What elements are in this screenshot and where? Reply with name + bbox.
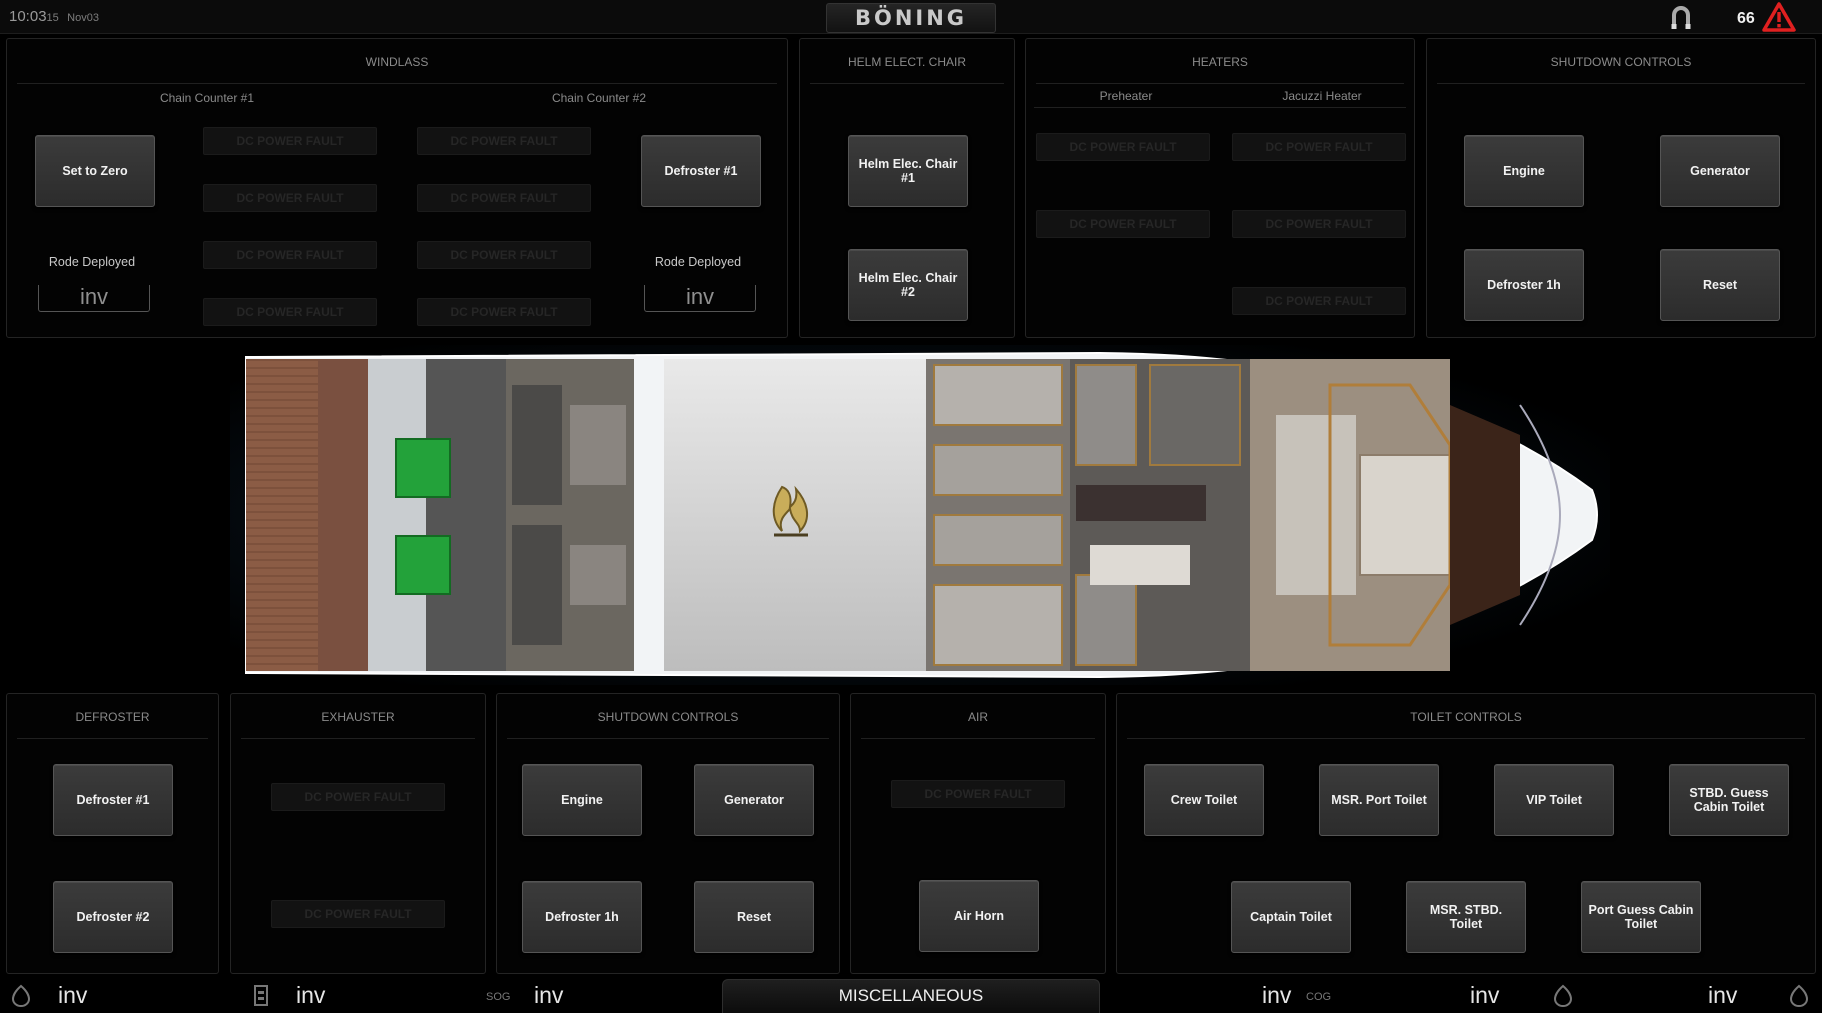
engine-shutdown-button[interactable]: Engine	[1464, 135, 1584, 207]
chain-counter-1-label: Chain Counter #1	[159, 91, 255, 105]
clock-date: Nov03	[67, 12, 99, 24]
heaters-title: HEATERS	[1036, 39, 1404, 84]
dc-power-fault-indicator: DC POWER FAULT	[1232, 287, 1406, 315]
windlass-panel: WINDLASS Chain Counter #1 Chain Counter …	[6, 38, 788, 338]
rode-deployed-1-value: inv	[38, 285, 150, 312]
reset-button[interactable]: Reset	[694, 881, 814, 953]
green-unit-icon[interactable]	[395, 438, 451, 498]
air-horn-button[interactable]: Air Horn	[919, 880, 1039, 952]
status-value-2: inv	[296, 982, 326, 1008]
engine-shutdown-button[interactable]: Engine	[522, 764, 642, 836]
heaters-panel: HEATERS Preheater Jacuzzi Heater DC POWE…	[1025, 38, 1415, 338]
reset-button[interactable]: Reset	[1660, 249, 1780, 321]
vip-toilet-button[interactable]: VIP Toilet	[1494, 764, 1614, 836]
defroster-1h-button[interactable]: Defroster 1h	[522, 881, 642, 953]
toilet-controls-title: TOILET CONTROLS	[1127, 694, 1805, 739]
status-value-6: inv	[1708, 982, 1738, 1008]
helm-chair-title: HELM ELECT. CHAIR	[810, 39, 1004, 84]
dc-power-fault-indicator: DC POWER FAULT	[1232, 210, 1406, 238]
miscellaneous-tab[interactable]: MISCELLANEOUS	[722, 979, 1100, 1013]
windlass-defroster-1-button[interactable]: Defroster #1	[641, 135, 761, 207]
port-guest-cabin-toilet-button[interactable]: Port Guess Cabin Toilet	[1581, 881, 1701, 953]
magnet-icon[interactable]	[1666, 2, 1696, 32]
dc-power-fault-indicator: DC POWER FAULT	[417, 241, 591, 269]
defroster-1-button[interactable]: Defroster #1	[53, 764, 173, 836]
cog-label: COG	[1306, 991, 1332, 1003]
shutdown-controls-top-title: SHUTDOWN CONTROLS	[1437, 39, 1805, 84]
set-to-zero-button[interactable]: Set to Zero	[35, 135, 155, 207]
windlass-title: WINDLASS	[17, 39, 777, 84]
dc-power-fault-indicator: DC POWER FAULT	[271, 783, 445, 811]
dc-power-fault-indicator: DC POWER FAULT	[203, 184, 377, 212]
clock-seconds: 15	[46, 12, 59, 24]
dc-power-fault-indicator: DC POWER FAULT	[203, 241, 377, 269]
sog-value: inv	[534, 982, 564, 1008]
yacht-plan-drawing	[230, 345, 1610, 685]
brand-logo[interactable]: BÖNING	[826, 3, 996, 33]
dc-power-fault-indicator: DC POWER FAULT	[891, 780, 1065, 808]
tank-icon	[1789, 984, 1809, 1007]
air-title: AIR	[861, 694, 1095, 739]
helm-chair-panel: HELM ELECT. CHAIR Helm Elec. Chair #1 He…	[799, 38, 1015, 338]
defroster-panel: DEFROSTER Defroster #1 Defroster #2	[6, 693, 219, 974]
shutdown-controls-top-panel: SHUTDOWN CONTROLS Engine Generator Defro…	[1426, 38, 1816, 338]
air-panel: AIR DC POWER FAULT Air Horn	[850, 693, 1106, 974]
top-bar: 10:0315 Nov03 BÖNING 66	[0, 0, 1822, 34]
chain-counter-2-label: Chain Counter #2	[551, 91, 647, 105]
warning-triangle-icon[interactable]	[1762, 2, 1796, 32]
green-unit-icon[interactable]	[395, 535, 451, 595]
heaters-divider	[1034, 107, 1406, 108]
stbd-guest-cabin-toilet-button[interactable]: STBD. Guess Cabin Toilet	[1669, 764, 1789, 836]
dc-power-fault-indicator: DC POWER FAULT	[417, 298, 591, 326]
status-value-5: inv	[1470, 982, 1500, 1008]
rode-deployed-1-label: Rode Deployed	[48, 255, 136, 269]
captain-toilet-button[interactable]: Captain Toilet	[1231, 881, 1351, 953]
defroster-title: DEFROSTER	[17, 694, 208, 739]
generator-shutdown-button[interactable]: Generator	[694, 764, 814, 836]
alarm-count[interactable]: 66	[1737, 10, 1755, 28]
preheater-label: Preheater	[1099, 89, 1153, 103]
defroster-2-button[interactable]: Defroster #2	[53, 881, 173, 953]
dc-power-fault-indicator: DC POWER FAULT	[1036, 210, 1210, 238]
clock: 10:0315 Nov03	[9, 8, 99, 25]
defroster-1h-button[interactable]: Defroster 1h	[1464, 249, 1584, 321]
dc-power-fault-indicator: DC POWER FAULT	[203, 127, 377, 155]
tank-icon	[1553, 984, 1573, 1007]
bottom-status-bar: inv inv SOG inv MISCELLANEOUS inv COG in…	[0, 975, 1822, 1013]
toilet-controls-panel: TOILET CONTROLS Crew Toilet MSR. Port To…	[1116, 693, 1816, 974]
clock-time: 10:03	[9, 8, 47, 25]
dc-power-fault-indicator: DC POWER FAULT	[1232, 133, 1406, 161]
generator-shutdown-button[interactable]: Generator	[1660, 135, 1780, 207]
shutdown-controls-bottom-panel: SHUTDOWN CONTROLS Engine Generator Defro…	[496, 693, 840, 974]
shutdown-controls-bottom-title: SHUTDOWN CONTROLS	[507, 694, 829, 739]
sog-label: SOG	[486, 991, 511, 1003]
yacht-deck-plan[interactable]	[230, 345, 1610, 685]
crew-toilet-button[interactable]: Crew Toilet	[1144, 764, 1264, 836]
dc-power-fault-indicator: DC POWER FAULT	[203, 298, 377, 326]
dc-power-fault-indicator: DC POWER FAULT	[417, 184, 591, 212]
rode-deployed-2-value: inv	[644, 285, 756, 312]
dc-power-fault-indicator: DC POWER FAULT	[417, 127, 591, 155]
cog-value: inv	[1262, 982, 1292, 1008]
helm-chair-2-button[interactable]: Helm Elec. Chair #2	[848, 249, 968, 321]
msr-stbd-toilet-button[interactable]: MSR. STBD. Toilet	[1406, 881, 1526, 953]
dc-power-fault-indicator: DC POWER FAULT	[271, 900, 445, 928]
tank-icon	[11, 984, 31, 1007]
dc-power-fault-indicator: DC POWER FAULT	[1036, 133, 1210, 161]
helm-chair-1-button[interactable]: Helm Elec. Chair #1	[848, 135, 968, 207]
jacuzzi-heater-label: Jacuzzi Heater	[1282, 89, 1362, 103]
msr-port-toilet-button[interactable]: MSR. Port Toilet	[1319, 764, 1439, 836]
battery-icon	[254, 985, 268, 1006]
rode-deployed-2-label: Rode Deployed	[654, 255, 742, 269]
exhauster-title: EXHAUSTER	[241, 694, 475, 739]
exhauster-panel: EXHAUSTER DC POWER FAULT DC POWER FAULT	[230, 693, 486, 974]
status-value-1: inv	[58, 982, 88, 1008]
